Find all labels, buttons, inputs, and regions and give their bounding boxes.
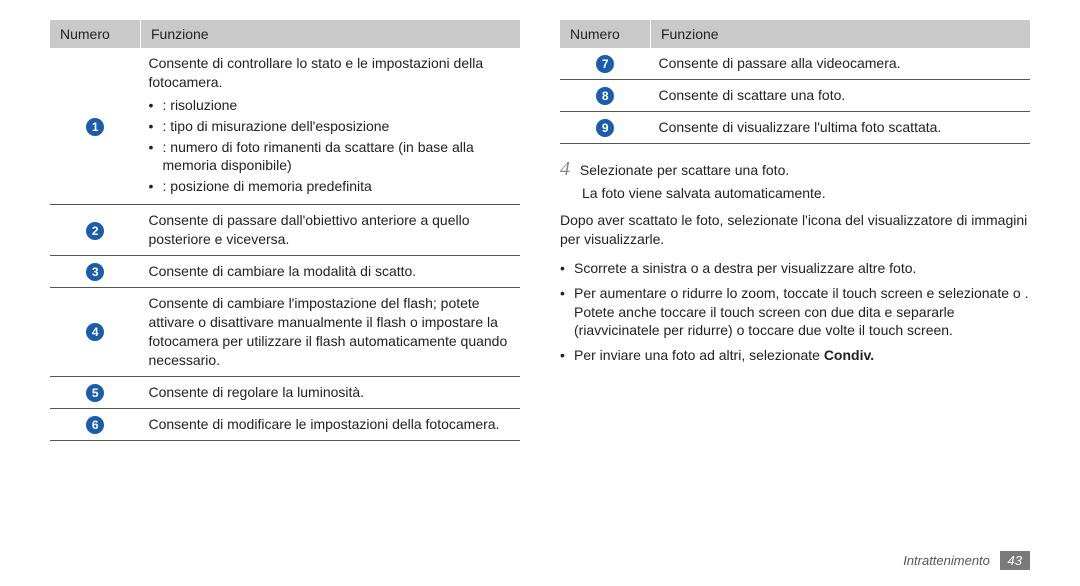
right-header-numero: Numero	[560, 20, 651, 48]
left-column: Numero Funzione 1 Consente di controllar…	[50, 20, 520, 441]
number-badge-9: 9	[596, 119, 614, 137]
number-badge-2: 2	[86, 222, 104, 240]
function-intro: Consente di controllare lo stato e le im…	[149, 54, 513, 92]
list-item: : risoluzione	[149, 96, 513, 115]
function-cell: Consente di passare alla videocamera.	[651, 48, 1031, 80]
tip-bold: Condiv.	[824, 347, 874, 363]
function-cell: Consente di cambiare la modalità di scat…	[141, 256, 521, 288]
list-item: : tipo di misurazione dell'esposizione	[149, 117, 513, 136]
function-cell: Consente di scattare una foto.	[651, 80, 1031, 112]
number-badge-6: 6	[86, 416, 104, 434]
function-cell: Consente di controllare lo stato e le im…	[141, 48, 521, 205]
function-cell: Consente di passare dall'obiettivo anter…	[141, 205, 521, 256]
page-footer: Intrattenimento 43	[903, 551, 1030, 570]
list-item: : posizione di memoria predefinita	[149, 177, 513, 196]
right-header-funzione: Funzione	[651, 20, 1031, 48]
list-item: Per inviare una foto ad altri, seleziona…	[560, 346, 1030, 365]
number-badge-5: 5	[86, 384, 104, 402]
footer-section-label: Intrattenimento	[903, 553, 990, 568]
list-item: Per aumentare o ridurre lo zoom, toccate…	[560, 284, 1030, 341]
step-number-icon: 4	[560, 158, 570, 180]
function-cell: Consente di visualizzare l'ultima foto s…	[651, 112, 1031, 144]
step-text: Selezionate per scattare una foto.	[580, 162, 789, 178]
number-badge-4: 4	[86, 323, 104, 341]
table-row: 3 Consente di cambiare la modalità di sc…	[50, 256, 520, 288]
page-content: Numero Funzione 1 Consente di controllar…	[0, 0, 1080, 441]
left-header-numero: Numero	[50, 20, 141, 48]
left-function-table: Numero Funzione 1 Consente di controllar…	[50, 20, 520, 441]
tips-list: Scorrete a sinistra o a destra per visua…	[560, 259, 1030, 365]
list-item: : numero di foto rimanenti da scattare (…	[149, 138, 513, 176]
footer-page-number: 43	[1000, 551, 1030, 570]
step-subtext: La foto viene salvata automaticamente.	[582, 185, 1030, 201]
table-row: 2 Consente di passare dall'obiettivo ant…	[50, 205, 520, 256]
left-header-funzione: Funzione	[141, 20, 521, 48]
right-column: Numero Funzione 7 Consente di passare al…	[560, 20, 1030, 441]
tip-prefix: Per inviare una foto ad altri, seleziona…	[574, 347, 824, 363]
table-row: 8 Consente di scattare una foto.	[560, 80, 1030, 112]
function-cell: Consente di modificare le impostazioni d…	[141, 408, 521, 440]
table-row: 6 Consente di modificare le impostazioni…	[50, 408, 520, 440]
table-row: 9 Consente di visualizzare l'ultima foto…	[560, 112, 1030, 144]
step-4: 4 Selezionate per scattare una foto.	[560, 158, 1030, 181]
table-row: 4 Consente di cambiare l'impostazione de…	[50, 288, 520, 377]
number-badge-7: 7	[596, 55, 614, 73]
table-row: 1 Consente di controllare lo stato e le …	[50, 48, 520, 205]
after-paragraph: Dopo aver scattato le foto, selezionate …	[560, 211, 1030, 249]
function-cell: Consente di regolare la luminosità.	[141, 376, 521, 408]
function-cell: Consente di cambiare l'impostazione del …	[141, 288, 521, 377]
settings-list: : risoluzione : tipo di misurazione dell…	[149, 96, 513, 196]
number-badge-1: 1	[86, 118, 104, 136]
number-badge-8: 8	[596, 87, 614, 105]
table-row: 5 Consente di regolare la luminosità.	[50, 376, 520, 408]
number-badge-3: 3	[86, 263, 104, 281]
table-row: 7 Consente di passare alla videocamera.	[560, 48, 1030, 80]
right-function-table: Numero Funzione 7 Consente di passare al…	[560, 20, 1030, 144]
list-item: Scorrete a sinistra o a destra per visua…	[560, 259, 1030, 278]
